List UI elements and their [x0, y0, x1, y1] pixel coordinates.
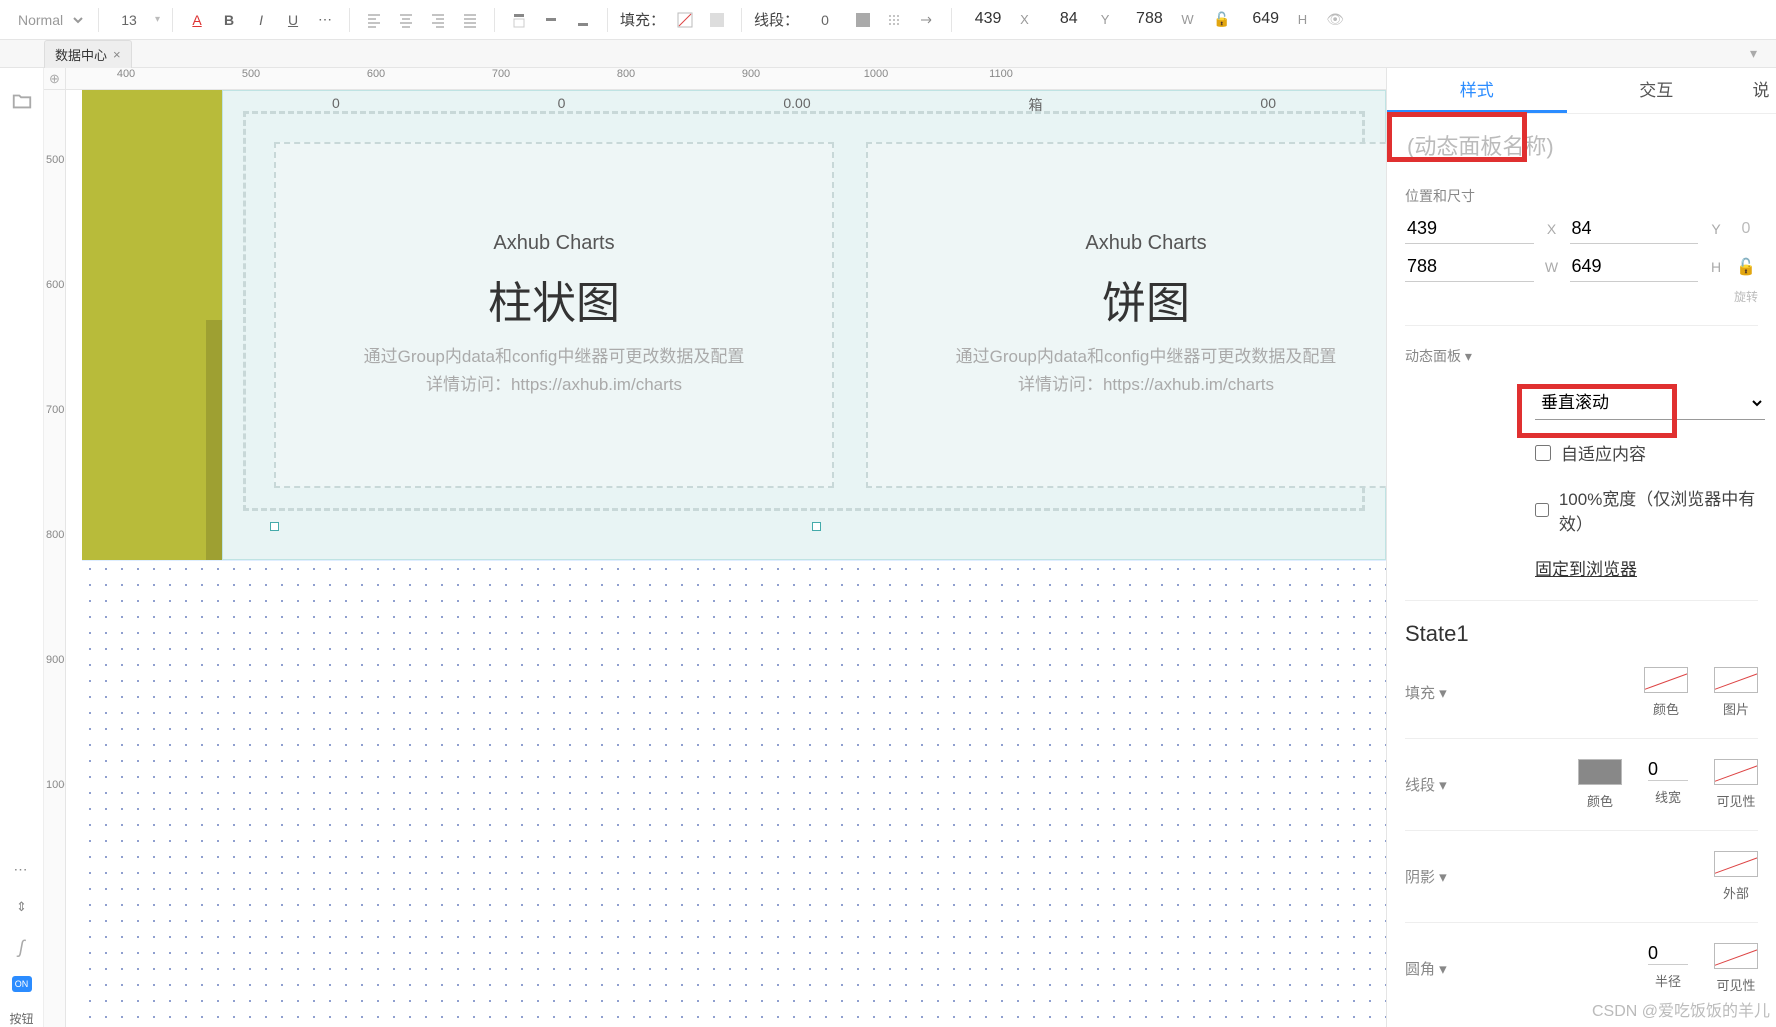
italic-icon[interactable]: I: [249, 8, 273, 32]
align-right-icon[interactable]: [426, 8, 450, 32]
design-stage[interactable]: 0 0 0.00 箱 00 Axhub Charts 柱状图 通过Group内d…: [66, 90, 1386, 1027]
x-unit: X: [1020, 12, 1029, 27]
page-tab-bar: 数据中心 × ▾: [0, 40, 1776, 68]
text-color-icon[interactable]: A: [185, 8, 209, 32]
w-input[interactable]: [1125, 10, 1173, 29]
ruler-origin-icon[interactable]: ⊕: [44, 68, 66, 90]
line-label: 线段：: [754, 9, 799, 30]
page-dot-grid: [82, 560, 1386, 1027]
resize-handle[interactable]: [812, 522, 821, 531]
sidebar-shape[interactable]: [82, 90, 222, 560]
lock-aspect-icon[interactable]: 🔓: [1210, 8, 1234, 32]
button-label: 按钮: [9, 1010, 33, 1027]
lock-icon[interactable]: 🔓: [1734, 257, 1758, 277]
pos-y-input[interactable]: [1570, 214, 1699, 244]
fill-color-swatch[interactable]: [673, 8, 697, 32]
line-section-label[interactable]: 线段 ▾: [1405, 774, 1447, 795]
radius-section-label[interactable]: 圆角 ▾: [1405, 958, 1447, 979]
line-width-input[interactable]: [807, 12, 843, 28]
font-size-input[interactable]: [111, 12, 147, 28]
align-left-icon[interactable]: [362, 8, 386, 32]
fit-content-checkbox[interactable]: 自适应内容: [1535, 440, 1758, 465]
line-width-control[interactable]: 线宽: [1648, 759, 1688, 810]
arrow-style-icon[interactable]: [915, 8, 939, 32]
resize-handle[interactable]: [270, 522, 279, 531]
line-visibility-swatch[interactable]: 可见性: [1714, 759, 1758, 810]
fill-image-swatch[interactable]: [705, 8, 729, 32]
align-center-icon[interactable]: [394, 8, 418, 32]
canvas-area: ⊕ 400 500 600 700 800 900 1000 1100 500 …: [44, 68, 1386, 1027]
radius-control[interactable]: 半径: [1648, 943, 1688, 994]
icon-badge[interactable]: ON: [12, 976, 32, 992]
inspector-tabs: 样式 交互 说: [1387, 68, 1776, 114]
h-input[interactable]: [1242, 10, 1290, 29]
inspector-panel: 样式 交互 说 位置和尺寸 X Y 0 W H 🔓 旋转 动态面板: [1386, 68, 1776, 1027]
tab-menu-chevron-icon[interactable]: ▾: [1750, 45, 1768, 63]
scroll-select[interactable]: 垂直滚动: [1535, 386, 1765, 420]
valign-top-icon[interactable]: [507, 8, 531, 32]
page-tab[interactable]: 数据中心 ×: [44, 40, 132, 68]
script-icon[interactable]: ʃ: [11, 936, 33, 958]
paragraph-style-select[interactable]: Normal: [8, 9, 86, 31]
position-size-label: 位置和尺寸: [1405, 186, 1758, 206]
rotation-input[interactable]: 0: [1734, 220, 1758, 238]
visibility-icon[interactable]: 👁: [1323, 8, 1347, 32]
size-h-input[interactable]: [1570, 252, 1699, 282]
expand-icon[interactable]: ⇕: [11, 896, 33, 918]
horizontal-ruler[interactable]: 400 500 600 700 800 900 1000 1100: [66, 68, 1386, 90]
selection-outline: [222, 520, 1386, 534]
folder-icon[interactable]: [11, 90, 33, 112]
tab-style[interactable]: 样式: [1387, 68, 1567, 113]
chart-placeholder-bar[interactable]: Axhub Charts 柱状图 通过Group内data和config中继器可…: [274, 142, 834, 488]
line-color-swatch[interactable]: [851, 8, 875, 32]
valign-bottom-icon[interactable]: [571, 8, 595, 32]
tab-interactions[interactable]: 交互: [1567, 68, 1747, 113]
fill-label: 填充：: [620, 9, 665, 30]
align-justify-icon[interactable]: [458, 8, 482, 32]
more-text-icon[interactable]: ⋯: [313, 8, 337, 32]
w-unit: W: [1181, 12, 1193, 27]
chart-placeholder-pie[interactable]: Axhub Charts 饼图 通过Group内data和config中继器可更…: [866, 142, 1386, 488]
top-toolbar: Normal ▾ A B I U ⋯ 填充： 线段： X Y W 🔓 H 👁: [0, 0, 1776, 40]
watermark: CSDN @爱吃饭饭的羊儿: [1592, 997, 1770, 1021]
close-icon[interactable]: ×: [113, 47, 121, 62]
dynamic-panel[interactable]: 0 0 0.00 箱 00 Axhub Charts 柱状图 通过Group内d…: [222, 90, 1386, 560]
x-input[interactable]: [964, 10, 1012, 29]
radius-visibility-swatch[interactable]: 可见性: [1714, 943, 1758, 994]
fill-section-label[interactable]: 填充 ▾: [1405, 682, 1447, 703]
line-color-swatch[interactable]: 颜色: [1578, 759, 1622, 810]
rotate-label: 旋转: [1405, 288, 1758, 305]
pos-x-input[interactable]: [1405, 214, 1534, 244]
tab-label: 数据中心: [55, 45, 107, 64]
fill-image-swatch[interactable]: 图片: [1714, 667, 1758, 718]
size-w-input[interactable]: [1405, 252, 1534, 282]
widget-name-input[interactable]: [1405, 128, 1758, 166]
line-style-icon[interactable]: [883, 8, 907, 32]
y-unit: Y: [1101, 12, 1110, 27]
valign-middle-icon[interactable]: [539, 8, 563, 32]
y-input[interactable]: [1045, 10, 1093, 29]
chevron-down-icon[interactable]: ▾: [155, 14, 160, 25]
state-name: State1: [1405, 621, 1758, 647]
fill-color-swatch[interactable]: 颜色: [1644, 667, 1688, 718]
vertical-ruler[interactable]: 500 600 700 800 900 1000: [44, 90, 66, 1027]
bold-icon[interactable]: B: [217, 8, 241, 32]
underline-icon[interactable]: U: [281, 8, 305, 32]
h-unit: H: [1298, 12, 1307, 27]
pin-to-browser-link[interactable]: 固定到浏览器: [1535, 555, 1758, 580]
left-tool-gutter: ⋯ ⇕ ʃ ON 按钮: [0, 68, 44, 1027]
tab-notes[interactable]: 说: [1746, 68, 1776, 113]
dynamic-panel-section[interactable]: 动态面板 ▾: [1405, 346, 1758, 366]
more-icon[interactable]: ⋯: [14, 861, 30, 878]
full-width-checkbox[interactable]: 100%宽度（仅浏览器中有效）: [1535, 485, 1758, 535]
shadow-section-label[interactable]: 阴影 ▾: [1405, 866, 1447, 887]
panel-content-outline: Axhub Charts 柱状图 通过Group内data和config中继器可…: [243, 111, 1365, 511]
shadow-outer-swatch[interactable]: 外部: [1714, 851, 1758, 902]
